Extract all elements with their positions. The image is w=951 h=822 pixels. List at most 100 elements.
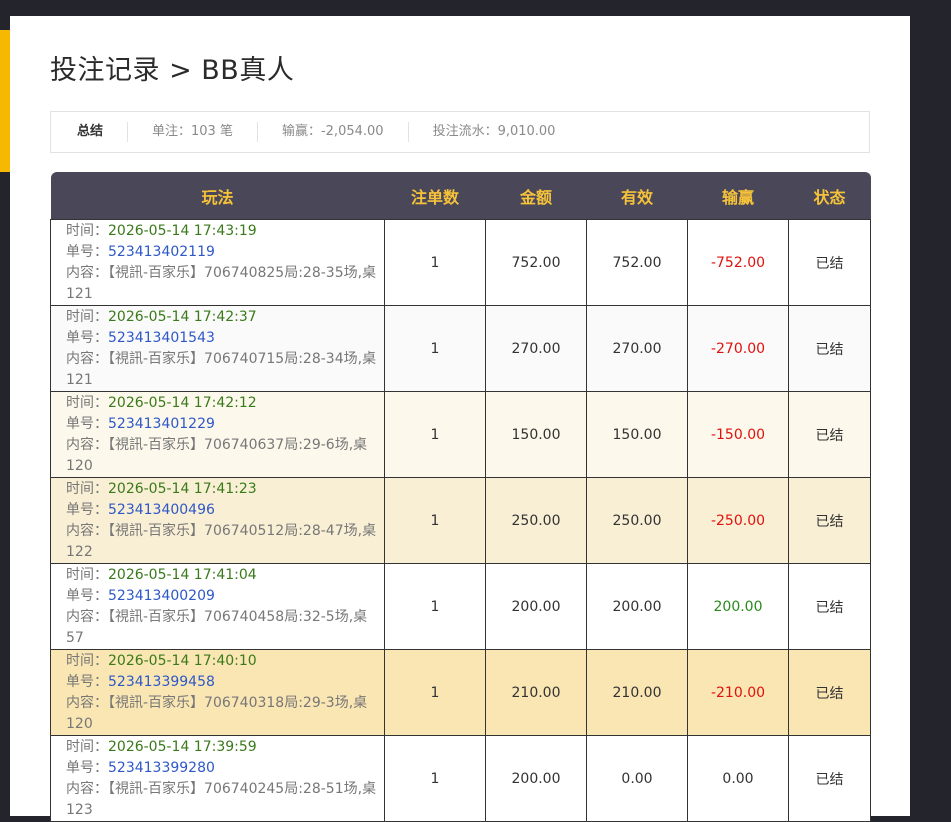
bet-time-line: 时间：2026-05-14 17:43:19: [66, 221, 380, 242]
order-label: 单号：: [66, 588, 108, 604]
table-row: 时间：2026-05-14 17:43:19 单号：523413402119 内容：…: [50, 219, 871, 306]
bet-winloss: -270.00: [687, 305, 789, 392]
content-label: 内容：: [66, 609, 108, 625]
summary-bar: 总结 单注：103 笔 输赢：-2,054.00 投注流水：9,010.00: [50, 111, 870, 153]
content-label: 内容：: [66, 265, 108, 281]
top-dark-strip: [0, 0, 951, 16]
bet-count: 1: [384, 391, 486, 478]
bet-amount: 210.00: [485, 649, 587, 736]
table-row: 时间：2026-05-14 17:41:04 单号：523413400209 内容：…: [50, 563, 871, 650]
bet-content-line: 内容：【視訊-百家乐】706740512局:28-47场,桌122: [66, 521, 380, 563]
bet-time: 2026-05-14 17:42:12: [108, 395, 257, 411]
bet-count: 1: [384, 477, 486, 564]
summary-bets: 单注：103 笔: [128, 122, 258, 142]
bet-content-line: 内容：【視訊-百家乐】706740825局:28-35场,桌121: [66, 263, 380, 305]
order-label: 单号：: [66, 502, 108, 518]
bet-order-number[interactable]: 523413400209: [108, 588, 215, 604]
bet-status: 已结: [788, 391, 871, 478]
bet-content-line: 内容：【視訊-百家乐】706740318局:29-3场,桌120: [66, 693, 380, 735]
bet-winloss: 0.00: [687, 735, 789, 822]
summary-total-label: 总结: [51, 122, 129, 142]
bet-content: 【視訊-百家乐】706740825局:28-35场,桌121: [66, 265, 377, 302]
bet-info-cell: 时间：2026-05-14 17:39:59 单号：523413399280 内容：…: [50, 735, 385, 822]
col-header-game[interactable]: 玩法: [51, 172, 385, 220]
bet-winloss: -752.00: [687, 219, 789, 306]
bet-amount: 200.00: [485, 735, 587, 822]
summary-winloss: 输赢：-2,054.00: [258, 122, 409, 142]
table-row: 时间：2026-05-14 17:41:23 单号：523413400496 内容：…: [50, 477, 871, 564]
bet-content-line: 内容：【視訊-百家乐】706740245局:28-51场,桌123: [66, 779, 380, 821]
bet-status: 已结: [788, 649, 871, 736]
bet-valid: 150.00: [586, 391, 688, 478]
content-label: 内容：: [66, 781, 108, 797]
sidebar-accent-bar: [0, 30, 10, 172]
order-label: 单号：: [66, 416, 108, 432]
bet-amount: 752.00: [485, 219, 587, 306]
time-label: 时间：: [66, 653, 108, 669]
bet-valid: 200.00: [586, 563, 688, 650]
time-label: 时间：: [66, 309, 108, 325]
bet-order-number[interactable]: 523413400496: [108, 502, 215, 518]
order-label: 单号：: [66, 244, 108, 260]
bet-order-number[interactable]: 523413401543: [108, 330, 215, 346]
col-header-winloss[interactable]: 输赢: [688, 172, 789, 220]
table-row: 时间：2026-05-14 17:42:37 单号：523413401543 内容：…: [50, 305, 871, 392]
content-label: 内容：: [66, 523, 108, 539]
bet-count: 1: [384, 563, 486, 650]
bet-content: 【視訊-百家乐】706740512局:28-47场,桌122: [66, 523, 377, 560]
bet-amount: 250.00: [485, 477, 587, 564]
bet-order-number[interactable]: 523413399280: [108, 760, 215, 776]
bet-time: 2026-05-14 17:41:04: [108, 567, 257, 583]
col-header-valid[interactable]: 有效: [587, 172, 688, 220]
bet-winloss: -210.00: [687, 649, 789, 736]
bet-order-line: 单号：523413399280: [66, 758, 380, 779]
bet-winloss: 200.00: [687, 563, 789, 650]
content-panel: 投注记录 > BB真人 总结 单注：103 笔 输赢：-2,054.00 投注流…: [10, 16, 910, 822]
bet-winloss: -150.00: [687, 391, 789, 478]
bet-count: 1: [384, 649, 486, 736]
content-label: 内容：: [66, 437, 108, 453]
bet-info-cell: 时间：2026-05-14 17:41:23 单号：523413400496 内容：…: [50, 477, 385, 564]
order-label: 单号：: [66, 674, 108, 690]
bet-content: 【視訊-百家乐】706740637局:29-6场,桌120: [66, 437, 368, 474]
bet-order-line: 单号：523413399458: [66, 672, 380, 693]
col-header-amount[interactable]: 金额: [486, 172, 587, 220]
bet-records-table: 玩法 注单数 金额 有效 输赢 状态 时间：2026-05-14 17:43:1…: [50, 172, 871, 822]
bet-amount: 270.00: [485, 305, 587, 392]
time-label: 时间：: [66, 223, 108, 239]
bet-content-line: 内容：【視訊-百家乐】706740458局:32-5场,桌57: [66, 607, 380, 649]
col-header-status[interactable]: 状态: [789, 172, 871, 220]
summary-turnover: 投注流水：9,010.00: [432, 124, 556, 139]
bet-order-line: 单号：523413400209: [66, 586, 380, 607]
content-label: 内容：: [66, 695, 108, 711]
bet-order-line: 单号：523413402119: [66, 242, 380, 263]
bet-valid: 250.00: [586, 477, 688, 564]
bet-amount: 200.00: [485, 563, 587, 650]
bet-time: 2026-05-14 17:39:59: [108, 739, 257, 755]
bet-time: 2026-05-14 17:43:19: [108, 223, 257, 239]
bet-time-line: 时间：2026-05-14 17:42:12: [66, 393, 380, 414]
bet-status: 已结: [788, 477, 871, 564]
bet-status: 已结: [788, 219, 871, 306]
bet-valid: 270.00: [586, 305, 688, 392]
bet-order-number[interactable]: 523413402119: [108, 244, 215, 260]
order-label: 单号：: [66, 330, 108, 346]
bet-count: 1: [384, 219, 486, 306]
col-header-count[interactable]: 注单数: [385, 172, 486, 220]
bet-content: 【視訊-百家乐】706740318局:29-3场,桌120: [66, 695, 368, 732]
bet-count: 1: [384, 735, 486, 822]
bet-order-number[interactable]: 523413399458: [108, 674, 215, 690]
bet-time-line: 时间：2026-05-14 17:40:10: [66, 651, 380, 672]
bet-status: 已结: [788, 735, 871, 822]
content-label: 内容：: [66, 351, 108, 367]
page-title: 投注记录 > BB真人: [50, 55, 295, 86]
bet-valid: 0.00: [586, 735, 688, 822]
bet-order-number[interactable]: 523413401229: [108, 416, 215, 432]
bet-content: 【視訊-百家乐】706740458局:32-5场,桌57: [66, 609, 368, 646]
bet-winloss: -250.00: [687, 477, 789, 564]
bet-time: 2026-05-14 17:40:10: [108, 653, 257, 669]
bet-valid: 752.00: [586, 219, 688, 306]
bet-content: 【視訊-百家乐】706740715局:28-34场,桌121: [66, 351, 377, 388]
bet-order-line: 单号：523413400496: [66, 500, 380, 521]
table-row: 时间：2026-05-14 17:42:12 单号：523413401229 内容：…: [50, 391, 871, 478]
